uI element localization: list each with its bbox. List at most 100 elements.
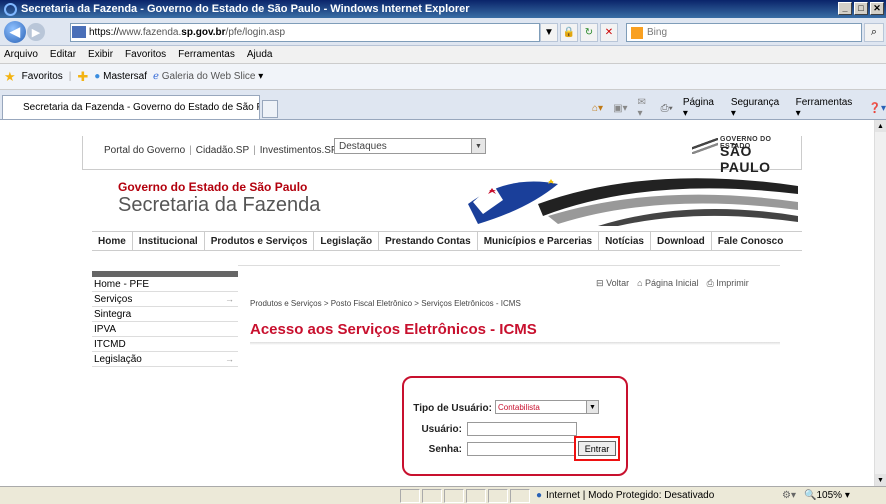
favorite-web-slice[interactable]: ℯ Galeria do Web Slice ▾ [153,71,263,82]
new-tab-button[interactable] [262,100,278,118]
address-bar[interactable]: https:// www.fazenda. sp.gov.br /pfe/log… [70,23,540,42]
menu-item-arquivo[interactable]: Arquivo [4,49,38,60]
menu-bar: Arquivo Editar Exibir Favoritos Ferramen… [0,46,886,64]
lock-icon[interactable]: 🔒 [560,23,578,42]
username-label: Usuário: [421,424,462,435]
nav-prestando-contas[interactable]: Prestando Contas [379,232,478,250]
menu-item-exibir[interactable]: Exibir [88,49,113,60]
breadcrumb: Produtos e Serviços > Posto Fiscal Eletr… [250,299,521,308]
search-placeholder: Bing [647,27,668,38]
nav-fale-conosco[interactable]: Fale Conosco [712,232,790,250]
back-button[interactable]: ◀ [4,21,26,43]
nav-institucional[interactable]: Institucional [133,232,205,250]
side-item-home-pfe[interactable]: Home - PFE [92,277,238,292]
refresh-icon[interactable]: ↻ [580,23,598,42]
security-zone[interactable]: Internet | Modo Protegido: Desativado [546,490,776,501]
printer-icon: ⎙ [706,278,714,288]
chevron-down-icon: ▼ [471,139,485,153]
nav-home[interactable]: Home [92,232,133,250]
scroll-down-icon[interactable]: ▼ [875,474,886,486]
nav-noticias[interactable]: Notícias [599,232,651,250]
side-item-ipva[interactable]: IPVA [92,322,238,337]
user-type-select[interactable]: Contabilista ▼ [495,400,599,414]
page-actions: ⊟ Voltar ⌂ Página Inicial ⎙ Imprimir [596,278,749,289]
destaques-select[interactable]: Destaques ▼ [334,138,486,154]
flag-swoosh-icon [692,138,718,154]
stop-icon[interactable]: ✕ [600,23,618,42]
add-favorite-icon[interactable]: ✚ [77,69,88,85]
portal-link-governo[interactable]: Portal do Governo [104,145,185,156]
dropdown-arrow-icon[interactable]: ▼ [540,23,558,42]
home-icon: ⌂ [637,278,643,288]
menu-item-favoritos[interactable]: Favoritos [125,49,166,60]
menu-item-ajuda[interactable]: Ajuda [247,49,273,60]
portal-links: Portal do Governo | Cidadão.SP | Investime… [104,145,338,156]
favorites-button[interactable]: Favoritos [22,71,63,82]
home-icon[interactable]: ⌂▾ [592,103,603,114]
voltar-link[interactable]: ⊟ Voltar [596,278,629,289]
status-bar: ● Internet | Modo Protegido: Desativado … [0,486,886,504]
nav-download[interactable]: Download [651,232,712,250]
imprimir-link[interactable]: ⎙ Imprimir [707,278,749,289]
arrow-right-icon: → [225,294,234,304]
content-top-rule [238,265,780,271]
nav-produtos-servicos[interactable]: Produtos e Serviços [205,232,315,250]
tab-title: Secretaria da Fazenda - Governo do Estad… [23,102,260,113]
password-input[interactable] [467,442,577,456]
maximize-button[interactable]: □ [854,2,868,15]
page-title: Acesso aos Serviços Eletrônicos - ICMS [250,321,537,338]
close-button[interactable]: ✕ [870,2,884,15]
command-pagina[interactable]: Página ▾ [683,97,721,119]
mail-icon[interactable]: ✉▾ [638,97,651,119]
ie-icon [4,2,17,16]
back-box-icon: ⊟ [596,278,604,288]
password-label: Senha: [428,444,462,455]
address-protocol: https:// [89,27,120,38]
command-ferramentas[interactable]: Ferramentas ▾ [796,97,859,119]
header-title: Secretaria da Fazenda [118,194,321,216]
vertical-scrollbar[interactable]: ▲ ▼ [874,120,886,486]
address-domain-prefix: www.fazenda. [119,27,182,38]
sp-flag-banner-icon [468,178,798,226]
print-icon[interactable]: ⎙▾ [661,103,673,114]
minimize-button[interactable]: _ [838,2,852,15]
side-item-servicos[interactable]: Serviços → [92,292,238,307]
protected-mode-icon[interactable]: ⚙▾ [782,490,796,501]
title-divider [250,342,780,345]
side-item-legislacao[interactable]: Legislação → [92,352,238,367]
address-domain: sp.gov.br [181,27,226,38]
header-subtitle: Governo do Estado de São Paulo [118,180,308,194]
nav-legislacao[interactable]: Legislação [314,232,380,250]
chevron-down-icon: ▼ [586,401,598,413]
favorites-bar: ★ Favoritos | ✚ ● Mastersaf ℯ Galeria do… [0,64,886,90]
search-input[interactable]: Bing [626,23,862,42]
username-input[interactable] [467,422,577,436]
command-bar: ⌂▾ ▣▾ ✉▾ ⎙▾ Página ▾ Segurança ▾ Ferrame… [592,97,886,119]
entrar-button[interactable]: Entrar [578,441,616,456]
search-button[interactable]: ⌕ [864,23,884,42]
portal-link-investimentos[interactable]: Investimentos.SP [260,145,338,156]
menu-item-editar[interactable]: Editar [50,49,76,60]
scroll-up-icon[interactable]: ▲ [875,120,886,132]
forward-button[interactable]: ▶ [27,23,45,41]
nav-municipios[interactable]: Municípios e Parcerias [478,232,600,250]
window-title: Secretaria da Fazenda - Governo do Estad… [21,3,470,15]
main-navigation: Home Institucional Produtos e Serviços L… [92,231,802,251]
sp-government-logo[interactable]: GOVERNO DO ESTADO SÃO PAULO [692,134,792,175]
zoom-level[interactable]: 🔍105% ▾ [804,490,850,501]
side-menu: Home - PFE Serviços → Sintegra IPVA ITCMD… [92,271,238,379]
help-icon[interactable]: ❓▾ [869,103,886,114]
ie-small-icon: ℯ [153,71,159,82]
site-favicon-icon [72,26,86,38]
command-seguranca[interactable]: Segurança ▾ [731,97,786,119]
favorite-mastersaf[interactable]: ● Mastersaf [94,71,147,82]
feeds-icon[interactable]: ▣▾ [613,103,627,114]
side-item-sintegra[interactable]: Sintegra [92,307,238,322]
side-item-itcmd[interactable]: ITCMD [92,337,238,352]
portal-link-cidadao[interactable]: Cidadão.SP [196,145,249,156]
globe-icon: ● [94,71,101,82]
menu-item-ferramentas[interactable]: Ferramentas [178,49,235,60]
pagina-inicial-link[interactable]: ⌂ Página Inicial [637,278,699,289]
browser-tab[interactable]: Secretaria da Fazenda - Governo do Estad… [2,95,260,119]
address-path: /pfe/login.asp [225,27,286,38]
